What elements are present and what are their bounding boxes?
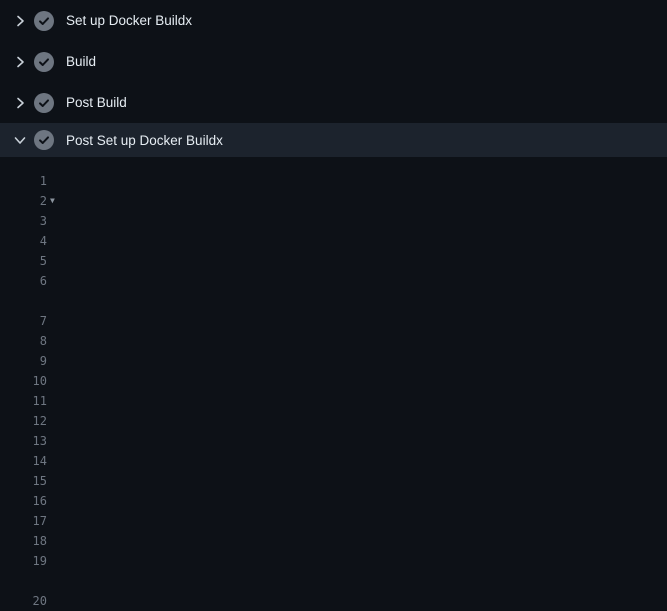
- log-line: 9 ▼ time="2021-04-23T18:02:37Z" level=wa…: [0, 351, 667, 371]
- group-collapse-icon[interactable]: ▼: [50, 191, 55, 211]
- check-circle-icon: [34, 11, 54, 31]
- log-line-number[interactable]: 18: [0, 531, 47, 551]
- log-line-number[interactable]: 12: [0, 411, 47, 431]
- log-line: 13 ▼ time="2021-04-23T18:02:38Z" level=d…: [0, 431, 667, 451]
- log-line-number[interactable]: 3: [0, 211, 47, 231]
- log-line-number[interactable]: 1: [0, 171, 47, 191]
- step-title: Post Build: [66, 95, 127, 110]
- step-title: Set up Docker Buildx: [66, 13, 192, 28]
- log-line: 12 ▼ time="2021-04-23T18:02:38Z" level=d…: [0, 411, 667, 431]
- log-viewer: 1 ▼ Post job cleanup. 2 ▼ BuildKit conta…: [0, 157, 667, 611]
- log-line-number[interactable]: 10: [0, 371, 47, 391]
- log-line-number[interactable]: 19: [0, 551, 47, 571]
- log-line: 10 ▼ time="2021-04-23T18:02:37Z" level=i…: [0, 371, 667, 391]
- log-line-number[interactable]: 14: [0, 451, 47, 471]
- step-chevron[interactable]: [12, 54, 28, 70]
- log-line: 6 ▼ time="2021-04-23T18:02:37Z" level=in…: [0, 271, 667, 291]
- log-line-number[interactable]: 15: [0, 471, 47, 491]
- step-row[interactable]: Set up Docker Buildx: [0, 0, 667, 41]
- log-line-number[interactable]: 5: [0, 251, 47, 271]
- step-row[interactable]: Post Set up Docker Buildx: [0, 123, 667, 157]
- log-line-number[interactable]: 16: [0, 491, 47, 511]
- log-line: 5 ▼ time="2021-04-23T18:02:37Z" level=wa…: [0, 251, 667, 271]
- step-title: Post Set up Docker Buildx: [66, 133, 223, 148]
- log-line: 16 ▼ time="2021-04-23T18:02:38Z" level=d…: [0, 491, 667, 511]
- log-line: 1 ▼ Post job cleanup.: [0, 171, 667, 191]
- check-circle-icon: [34, 52, 54, 72]
- log-line: 11 ▼ time="2021-04-23T18:02:38Z" level=d…: [0, 391, 667, 411]
- step-row[interactable]: Post Build: [0, 82, 667, 123]
- step-chevron[interactable]: [12, 132, 28, 148]
- check-circle-icon: [34, 93, 54, 113]
- log-line: 7 ▼ time="2021-04-23T18:02:37Z" level=wa…: [0, 311, 667, 331]
- log-line-number[interactable]: 6: [0, 271, 47, 291]
- log-line-number[interactable]: 7: [0, 311, 47, 331]
- log-line: 17 ▼ time="2021-04-23T18:02:38Z" level=d…: [0, 511, 667, 531]
- log-line-number[interactable]: 17: [0, 511, 47, 531]
- log-line: 20 ▼ time="2021-04-23T18:02:38Z" level=d…: [0, 591, 667, 611]
- log-line-number[interactable]: 2: [0, 191, 47, 211]
- log-line-number[interactable]: 4: [0, 231, 47, 251]
- log-line: 4 ▼ time="2021-04-23T18:02:37Z" level=in…: [0, 231, 667, 251]
- step-chevron[interactable]: [12, 13, 28, 29]
- log-line: 18 ▼ time="2021-04-23T18:02:38Z" level=d…: [0, 531, 667, 551]
- step-row[interactable]: Build: [0, 41, 667, 82]
- log-line-number[interactable]: 9: [0, 351, 47, 371]
- log-line: ▼ linux/riscv64 linux/ppc64le linux/s390…: [0, 291, 667, 311]
- chevron-right-icon[interactable]: [12, 13, 28, 29]
- log-line: 3 ▼ /usr/bin/docker logs buildx_buildkit…: [0, 211, 667, 231]
- step-title: Build: [66, 54, 96, 69]
- log-line: 14 ▼ time="2021-04-23T18:02:38Z" level=d…: [0, 451, 667, 471]
- log-line: ▼ application/vnd.oci.image.index.v1+jso…: [0, 571, 667, 591]
- log-line: 19 ▼ time="2021-04-23T18:02:38Z" level=d…: [0, 551, 667, 571]
- step-chevron[interactable]: [12, 95, 28, 111]
- log-line-number[interactable]: 8: [0, 331, 47, 351]
- log-line-number[interactable]: 13: [0, 431, 47, 451]
- step-list: Set up Docker Buildx Build: [0, 0, 667, 157]
- log-line-number[interactable]: 11: [0, 391, 47, 411]
- check-circle-icon: [34, 130, 54, 150]
- log-line: 8 ▼ time="2021-04-23T18:02:37Z" level=in…: [0, 331, 667, 351]
- log-line: 2 ▼ BuildKit container logs: [0, 191, 667, 211]
- chevron-down-icon[interactable]: [12, 132, 28, 148]
- log-line-number[interactable]: 20: [0, 591, 47, 611]
- log-line: 15 ▼ time="2021-04-23T18:02:38Z" level=d…: [0, 471, 667, 491]
- chevron-right-icon[interactable]: [12, 54, 28, 70]
- chevron-right-icon[interactable]: [12, 95, 28, 111]
